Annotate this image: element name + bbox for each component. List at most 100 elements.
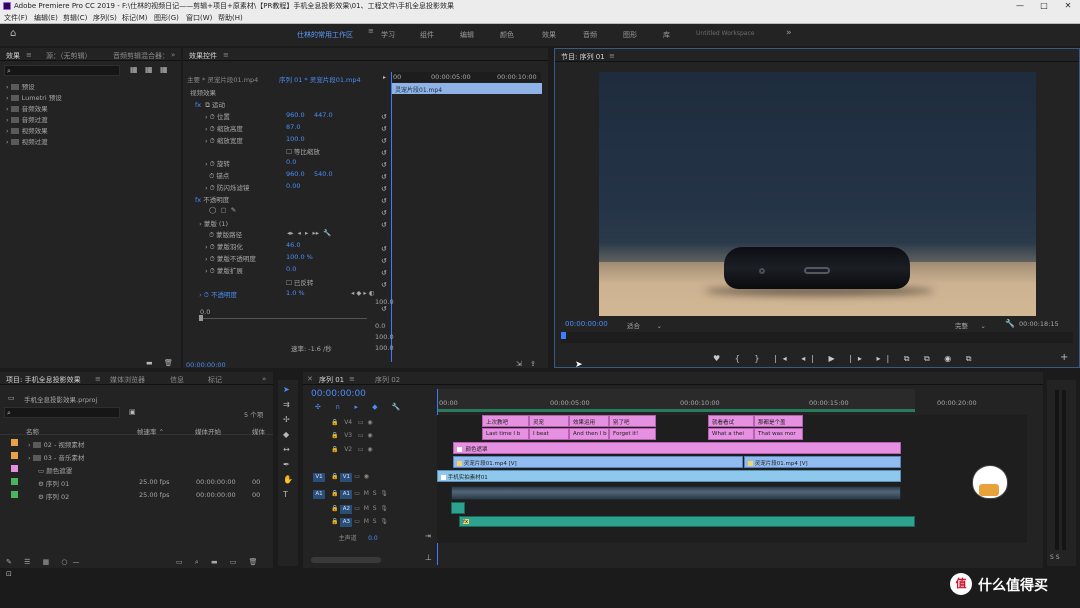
ec-mask-path-row[interactable]: ⏱ 蒙版路径 — [209, 229, 242, 240]
ec-opacity-value[interactable]: 1.0 % — [286, 289, 305, 297]
ec-position-row[interactable]: › ⏱ 位置 — [205, 111, 230, 122]
col-fps[interactable]: 帧速率 ⌃ — [137, 426, 164, 436]
32bit-effects-icon[interactable]: ▦ — [145, 66, 153, 74]
project-row[interactable]: ⚙ 序列 02 25.00 fps 00:00:00:00 00 — [0, 489, 273, 501]
label-color-swatch[interactable] — [11, 465, 18, 472]
track-a2-header[interactable]: 🔒 A2 ▭ M S 🎙 — [331, 505, 388, 514]
tab-audio-clip-mixer[interactable]: 音频剪辑混合器： — [113, 51, 169, 61]
track-select-tool-icon[interactable]: ⇉ — [283, 401, 290, 409]
rect-mask-icon[interactable]: ▢ — [220, 206, 226, 214]
menu-clip[interactable]: 剪辑(C) — [63, 13, 87, 23]
ec-mask-expand-row[interactable]: › ⏱ 蒙版扩展 — [205, 265, 243, 276]
ec-inverted-checkbox[interactable]: ☐ 已反转 — [286, 277, 313, 287]
ec-graph-handle[interactable] — [199, 315, 203, 321]
new-bin-icon[interactable]: ▬ — [146, 359, 153, 367]
track-a3-header[interactable]: 🔒 A3 ▭ M S 🎙 — [331, 518, 388, 527]
clip-v4-5[interactable]: 就看看试 — [708, 415, 754, 427]
clip-a3-music[interactable]: fx — [459, 516, 915, 527]
program-menu-icon[interactable]: ≡ — [609, 52, 615, 60]
work-area-bar[interactable] — [437, 409, 915, 412]
clip-a2-audio[interactable] — [451, 502, 465, 514]
clip-v1-a[interactable]: 灵宠片段01.mp4 [V] — [453, 456, 743, 468]
effects-search-input[interactable]: ⌕ — [4, 65, 120, 76]
menu-sequence[interactable]: 序列(S) — [93, 13, 117, 23]
clip-v3-6[interactable]: That was mor — [754, 428, 803, 440]
menu-window[interactable]: 窗口(W) — [186, 13, 212, 23]
program-transport[interactable]: ♥ { } |◂ ◂| ▶ |▸ ▸| ⧉ ⧉ ◉ ⧉ — [713, 354, 977, 364]
minimize-icon[interactable]: — — [1008, 0, 1032, 12]
close-icon[interactable]: ✕ — [1056, 0, 1080, 12]
workspace-graphics[interactable]: 图形 — [623, 30, 637, 40]
col-name[interactable]: 名称 — [26, 426, 39, 436]
label-color-swatch[interactable] — [11, 452, 18, 459]
ripple-edit-tool-icon[interactable]: ✢ — [283, 416, 290, 424]
clip-v3-2[interactable]: I beat — [529, 428, 569, 440]
clip-v1-b[interactable]: 灵宠片段01.mp4 [V] — [744, 456, 901, 468]
project-row[interactable]: ⚙ 序列 01 25.00 fps 00:00:00:00 00 — [0, 476, 273, 488]
col-media-end[interactable]: 媒体 — [252, 426, 265, 436]
ec-rotation-value[interactable]: 0.0 — [286, 158, 296, 166]
ec-reset-icons[interactable]: ↺ ↺ ↺ ↺ ↺ ↺ ↺ ↺ ↺ ↺ ↺ ↺ ↺ ↺ ↺ — [381, 111, 389, 371]
project-bottom-actions[interactable]: ▭ ⌕ ▬ ▭ 🗑 — [176, 558, 263, 567]
menu-graphics[interactable]: 图形(G) — [154, 13, 179, 23]
workspace-learn[interactable]: 学习 — [381, 30, 395, 40]
workspace-libraries[interactable]: 库 — [663, 30, 670, 40]
ec-mask-expand-value[interactable]: 0.0 — [286, 265, 296, 273]
timeline-ruler[interactable]: 00:00 00:00:05:00 00:00:10:00 00:00:15:0… — [437, 389, 915, 411]
program-playhead[interactable] — [561, 332, 566, 339]
project-search-input[interactable]: ⌕ — [4, 407, 120, 418]
track-v2-header[interactable]: 🔒 V2 ▭ ◉ — [331, 446, 373, 453]
ec-anchor-x[interactable]: 960.0 — [286, 170, 305, 178]
clip-v4-1[interactable]: 上次教吧 — [482, 415, 529, 427]
tab-markers[interactable]: 标记 — [208, 375, 222, 385]
ec-flicker-row[interactable]: › ⏱ 防闪烁滤镜 — [205, 182, 249, 193]
program-settings-icon[interactable]: 🔧 — [1005, 320, 1015, 328]
effects-folder-lumetri[interactable]: › Lumetri 预设 — [6, 92, 62, 102]
sequence-clip-label[interactable]: 序列 01 * 灵宠片段01.mp4 — [279, 74, 361, 84]
master-clip-label[interactable]: 主要 * 灵宠片段01.mp4 — [187, 74, 258, 84]
program-quality-dropdown[interactable]: 完整 ⌄ — [955, 320, 986, 330]
timeline-close-icon[interactable]: ✕ — [307, 375, 313, 383]
effect-controls-menu-icon[interactable]: ≡ — [223, 51, 229, 59]
tab-sequence-02[interactable]: 序列 02 — [375, 375, 400, 385]
ec-timecode[interactable]: 00:00:00:00 — [186, 361, 226, 369]
workspace-assembly[interactable]: 组件 — [420, 30, 434, 40]
razor-tool-icon[interactable]: ◆ — [283, 431, 289, 439]
audio-meter-solo[interactable]: S S — [1050, 554, 1060, 561]
timeline-menu-icon[interactable]: ≡ — [349, 375, 355, 383]
yuv-effects-icon[interactable]: ▦ — [160, 66, 168, 74]
clip-v3-4[interactable]: Forget it! — [609, 428, 656, 440]
pen-tool-icon[interactable]: ✒ — [283, 461, 290, 469]
program-fit-dropdown[interactable]: 适合 ⌄ — [627, 320, 662, 330]
workspace-effects[interactable]: 效果 — [542, 30, 556, 40]
ec-mask-row[interactable]: › 蒙版 (1) — [195, 218, 228, 228]
play-only-clip-icon[interactable]: ▸ — [383, 74, 386, 82]
home-icon[interactable]: ⌂ — [10, 29, 16, 39]
ec-anchor-row[interactable]: ⏱ 锚点 — [205, 170, 229, 181]
track-v1-header[interactable]: 🔒 V1 ▭ ◉ — [331, 473, 369, 482]
timeline-scroll-end-icon[interactable]: ⊥ — [425, 554, 432, 562]
menu-edit[interactable]: 编辑(E) — [34, 13, 58, 23]
ec-flicker-value[interactable]: 0.00 — [286, 182, 300, 190]
menu-file[interactable]: 文件(F) — [4, 13, 28, 23]
project-bottom-toolbar[interactable]: ✎ ☰ ▦ ○— — [6, 558, 85, 566]
project-menu-icon[interactable]: ≡ — [95, 375, 101, 383]
program-video-frame[interactable] — [599, 72, 1036, 316]
master-track-header[interactable]: 主声道 0.0 — [331, 533, 378, 542]
panel-overflow-icon[interactable]: » — [171, 51, 175, 59]
workspace-audio[interactable]: 音频 — [583, 30, 597, 40]
ec-scale-h-value[interactable]: 87.0 — [286, 123, 300, 131]
tab-info[interactable]: 信息 — [170, 375, 184, 385]
type-tool-icon[interactable]: T — [283, 491, 288, 499]
timeline-zoom-scrollbar[interactable] — [311, 557, 381, 563]
clip-v4-6[interactable]: 那都是个盖 — [754, 415, 803, 427]
ec-export-icon[interactable]: ⇪ — [530, 360, 536, 368]
ec-motion-row[interactable]: fx ⧉ 运动 — [195, 99, 225, 110]
label-color-swatch[interactable] — [11, 491, 18, 498]
project-row[interactable]: › 03 - 音乐素材 — [0, 450, 273, 462]
workspace-color[interactable]: 颜色 — [500, 30, 514, 40]
project-row[interactable]: ▭ 颜色遮罩 — [0, 463, 273, 475]
tab-effect-controls[interactable]: 效果控件 — [189, 51, 217, 61]
effects-folder-presets[interactable]: › 预设 — [6, 81, 35, 91]
clip-v4-2[interactable]: 灵宠 — [529, 415, 569, 427]
